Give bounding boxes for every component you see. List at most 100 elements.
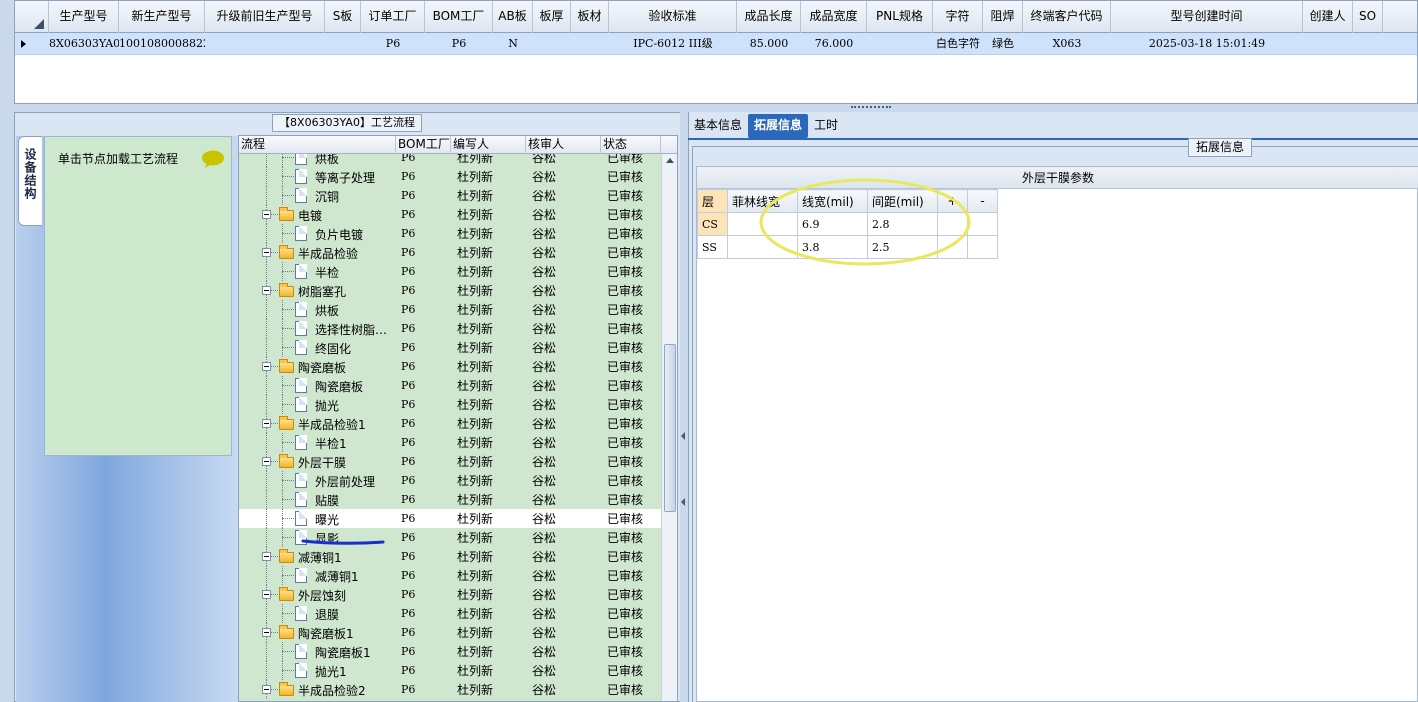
tree-row[interactable]: 半检1 P6 杜列新 谷松 已审核 bbox=[239, 433, 661, 452]
collapse-toggle-icon[interactable] bbox=[262, 419, 271, 428]
tree-node[interactable]: 烘板 bbox=[239, 300, 396, 319]
grid-cell[interactable]: IPC-6012 III级 bbox=[609, 33, 737, 55]
column-header[interactable]: 板厚 bbox=[533, 1, 571, 33]
tree-node[interactable]: 陶瓷磨板 bbox=[239, 357, 396, 376]
column-header[interactable]: SO bbox=[1353, 1, 1383, 33]
tree-row[interactable]: 终固化 P6 杜列新 谷松 已审核 bbox=[239, 338, 661, 357]
tree-node[interactable]: 半成品检验 bbox=[239, 243, 396, 262]
column-header[interactable]: 阻焊 bbox=[983, 1, 1023, 33]
tree-row[interactable]: 陶瓷磨板 P6 杜列新 谷松 已审核 bbox=[239, 357, 661, 376]
tree-row[interactable]: 陶瓷磨板 P6 杜列新 谷松 已审核 bbox=[239, 376, 661, 395]
column-header[interactable]: 字符 bbox=[933, 1, 983, 33]
collapse-toggle-icon[interactable] bbox=[262, 628, 271, 637]
tree-node[interactable]: 贴膜 bbox=[239, 490, 396, 509]
tree-node[interactable]: 电镀 bbox=[239, 205, 396, 224]
vertical-splitter[interactable] bbox=[680, 112, 688, 702]
tree-row[interactable]: 退膜 P6 杜列新 谷松 已审核 bbox=[239, 604, 661, 623]
column-header[interactable]: 新生产型号 bbox=[119, 1, 205, 33]
tree-column-header[interactable]: BOM工厂 bbox=[396, 136, 451, 154]
tree-column-header[interactable]: 核审人 bbox=[526, 136, 601, 154]
tree-node[interactable]: 半检1 bbox=[239, 433, 396, 452]
tab-work-hours[interactable]: 工时 bbox=[808, 114, 844, 138]
tree-row[interactable]: 半成品检验1 P6 杜列新 谷松 已审核 bbox=[239, 414, 661, 433]
collapse-toggle-icon[interactable] bbox=[262, 552, 271, 561]
tree-row[interactable]: 抛光 P6 杜列新 谷松 已审核 bbox=[239, 395, 661, 414]
column-header[interactable]: BOM工厂 bbox=[425, 1, 493, 33]
column-header[interactable]: AB板 bbox=[493, 1, 533, 33]
tree-row[interactable]: 曝光 P6 杜列新 谷松 已审核 bbox=[239, 509, 661, 528]
column-header[interactable]: S板 bbox=[325, 1, 361, 33]
tree-node[interactable]: 负片电镀 bbox=[239, 224, 396, 243]
grid-cell[interactable]: 10010800088223 bbox=[119, 33, 205, 55]
tree-row[interactable]: 外层前处理 P6 杜列新 谷松 已审核 bbox=[239, 471, 661, 490]
tree-scrollbar[interactable] bbox=[661, 154, 677, 701]
tree-column-header[interactable]: 流程 bbox=[239, 136, 396, 154]
collapse-toggle-icon[interactable] bbox=[262, 590, 271, 599]
tree-row[interactable]: 电镀 P6 杜列新 谷松 已审核 bbox=[239, 205, 661, 224]
tree-node[interactable]: 陶瓷磨板1 bbox=[239, 642, 396, 661]
column-header[interactable]: 型号创建时间 bbox=[1111, 1, 1303, 33]
column-header[interactable]: 生产型号 bbox=[49, 1, 119, 33]
grid-cell[interactable]: P6 bbox=[425, 33, 493, 55]
tree-row[interactable]: 半检 P6 杜列新 谷松 已审核 bbox=[239, 262, 661, 281]
column-header[interactable]: 验收标准 bbox=[609, 1, 737, 33]
collapse-left-arrow-icon[interactable] bbox=[681, 498, 685, 506]
tree-row[interactable]: 负片电镀 P6 杜列新 谷松 已审核 bbox=[239, 224, 661, 243]
grid-cell[interactable]: P6 bbox=[361, 33, 425, 55]
tree-row[interactable]: 陶瓷磨板1 P6 杜列新 谷松 已审核 bbox=[239, 623, 661, 642]
grid-cell[interactable] bbox=[1353, 33, 1383, 55]
collapse-toggle-icon[interactable] bbox=[262, 248, 271, 257]
tree-node[interactable]: 减薄铜1 bbox=[239, 547, 396, 566]
column-header[interactable]: 终端客户代码 bbox=[1023, 1, 1111, 33]
grid-cell[interactable] bbox=[205, 33, 325, 55]
collapse-toggle-icon[interactable] bbox=[262, 457, 271, 466]
grid-row[interactable]: 8X06303YA010010800088223P6P6NIPC-6012 II… bbox=[15, 33, 1417, 55]
tree-column-header[interactable]: 状态 bbox=[601, 136, 661, 154]
grid-cell[interactable]: 2025-03-18 15:01:49 bbox=[1111, 33, 1303, 55]
column-header[interactable]: 创建人 bbox=[1303, 1, 1353, 33]
tree-node[interactable]: 树脂塞孔 bbox=[239, 281, 396, 300]
tree-row[interactable]: 减薄铜1 P6 杜列新 谷松 已审核 bbox=[239, 566, 661, 585]
tree-row[interactable]: 半成品检验2 P6 杜列新 谷松 已审核 bbox=[239, 680, 661, 699]
tree-row[interactable]: 外层干膜 P6 杜列新 谷松 已审核 bbox=[239, 452, 661, 471]
horizontal-splitter[interactable] bbox=[14, 104, 1418, 112]
tree-node[interactable]: 外层蚀刻 bbox=[239, 585, 396, 604]
tree-row[interactable]: 沉铜 P6 杜列新 谷松 已审核 bbox=[239, 186, 661, 205]
tree-row[interactable]: 半成品检验 P6 杜列新 谷松 已审核 bbox=[239, 243, 661, 262]
tree-row[interactable]: 等离子处理 P6 杜列新 谷松 已审核 bbox=[239, 167, 661, 186]
tree-node[interactable]: 半检 bbox=[239, 262, 396, 281]
param-layer-cell[interactable]: CS bbox=[697, 212, 728, 236]
collapse-left-arrow-icon[interactable] bbox=[681, 432, 685, 440]
column-header[interactable]: PNL规格 bbox=[867, 1, 933, 33]
grid-cell[interactable] bbox=[533, 33, 571, 55]
column-header[interactable]: 成品宽度 bbox=[801, 1, 867, 33]
collapse-toggle-icon[interactable] bbox=[262, 685, 271, 694]
collapse-toggle-icon[interactable] bbox=[262, 362, 271, 371]
select-all-corner[interactable] bbox=[15, 1, 49, 33]
tree-node[interactable]: 半成品检验1 bbox=[239, 414, 396, 433]
tree-row[interactable]: 抛光1 P6 杜列新 谷松 已审核 bbox=[239, 661, 661, 680]
tree-row[interactable]: 减薄铜1 P6 杜列新 谷松 已审核 bbox=[239, 547, 661, 566]
tree-node[interactable]: 退膜 bbox=[239, 604, 396, 623]
tree-column-header[interactable]: 编写人 bbox=[451, 136, 526, 154]
grid-cell[interactable] bbox=[571, 33, 609, 55]
grid-cell[interactable] bbox=[1303, 33, 1353, 55]
scroll-up-arrow-icon[interactable] bbox=[666, 158, 674, 163]
grid-cell[interactable] bbox=[867, 33, 933, 55]
tree-node[interactable]: 抛光 bbox=[239, 395, 396, 414]
tree-node[interactable]: 外层前处理 bbox=[239, 471, 396, 490]
tab-extension-info[interactable]: 拓展信息 bbox=[748, 114, 809, 138]
grid-cell[interactable]: N bbox=[493, 33, 533, 55]
tab-basic-info[interactable]: 基本信息 bbox=[688, 114, 748, 138]
tree-node[interactable]: 烘板 bbox=[239, 154, 396, 167]
tree-node[interactable]: 终固化 bbox=[239, 338, 396, 357]
tree-node[interactable]: 陶瓷磨板1 bbox=[239, 623, 396, 642]
tree-node[interactable]: 外层干膜 bbox=[239, 452, 396, 471]
grid-cell[interactable]: 绿色 bbox=[983, 33, 1023, 55]
tree-row[interactable]: 外层蚀刻 P6 杜列新 谷松 已审核 bbox=[239, 585, 661, 604]
tree-node[interactable]: 半成品检验2 bbox=[239, 680, 396, 699]
collapse-toggle-icon[interactable] bbox=[262, 210, 271, 219]
collapse-toggle-icon[interactable] bbox=[262, 286, 271, 295]
tree-row[interactable]: 陶瓷磨板1 P6 杜列新 谷松 已审核 bbox=[239, 642, 661, 661]
tree-row[interactable]: 烘板 P6 杜列新 谷松 已审核 bbox=[239, 300, 661, 319]
